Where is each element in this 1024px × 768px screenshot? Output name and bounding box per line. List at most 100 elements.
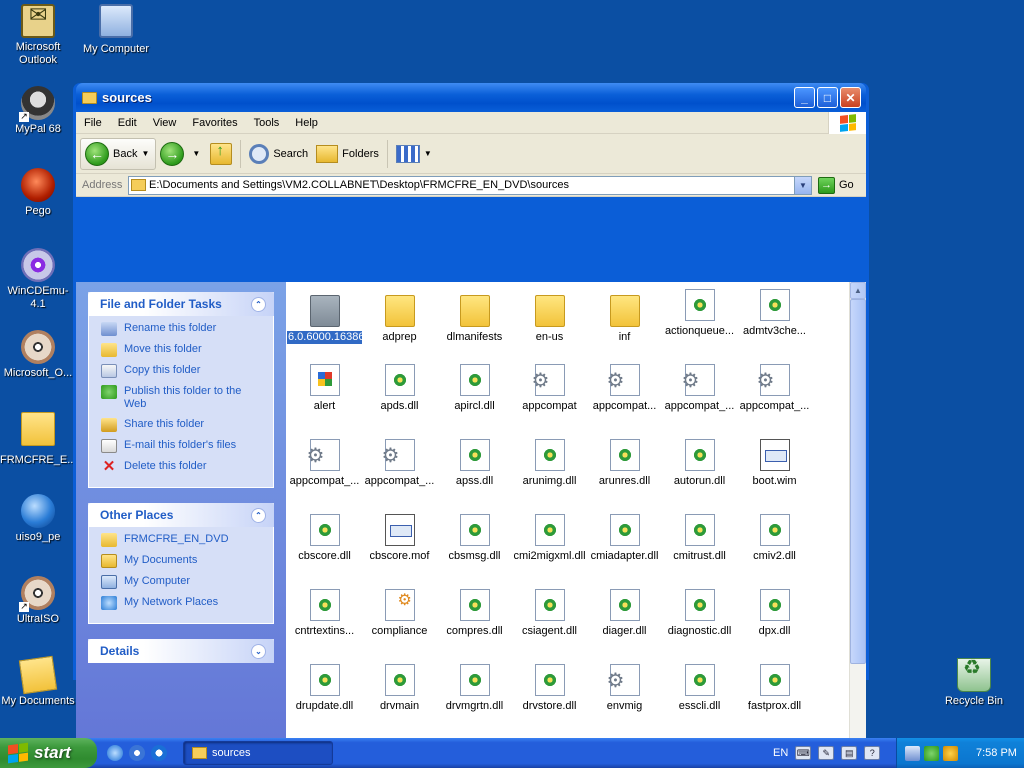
file-item[interactable]: cmiadapter.dll bbox=[587, 514, 662, 563]
file-item[interactable]: cmitrust.dll bbox=[662, 514, 737, 563]
file-item[interactable]: compres.dll bbox=[437, 589, 512, 638]
go-button[interactable]: → Go bbox=[818, 176, 862, 194]
file-item[interactable]: en-us bbox=[512, 289, 587, 344]
start-button[interactable]: start bbox=[0, 738, 97, 768]
file-item[interactable]: cbsmsg.dll bbox=[437, 514, 512, 563]
file-item[interactable]: admtv3che... bbox=[737, 289, 812, 338]
address-dropdown-icon[interactable]: ▼ bbox=[794, 176, 811, 194]
place-my-documents[interactable]: My Documents bbox=[101, 554, 265, 568]
search-button[interactable]: Search bbox=[245, 138, 312, 170]
file-item[interactable]: esscli.dll bbox=[662, 664, 737, 713]
show-desktop-icon[interactable] bbox=[151, 745, 167, 761]
place-frmcfre[interactable]: FRMCFRE_EN_DVD bbox=[101, 533, 265, 547]
speech-icon[interactable]: ▤ bbox=[841, 746, 858, 760]
file-item[interactable]: envmig bbox=[587, 664, 662, 713]
desktop-icon-pego[interactable]: Pego bbox=[0, 168, 76, 218]
file-item[interactable]: arunres.dll bbox=[587, 439, 662, 488]
desktop-icon-wincdemu[interactable]: WinCDEmu-4.1 bbox=[0, 248, 76, 311]
folders-button[interactable]: Folders bbox=[312, 138, 383, 170]
back-button[interactable]: ← Back ▼ bbox=[80, 137, 157, 170]
file-item[interactable]: cntrtextins... bbox=[287, 589, 362, 638]
file-item[interactable]: diager.dll bbox=[587, 589, 662, 638]
file-item[interactable]: cbscore.mof bbox=[362, 514, 437, 563]
task-copy-folder[interactable]: Copy this folder bbox=[101, 364, 265, 378]
network-icon[interactable] bbox=[905, 745, 920, 761]
file-item[interactable]: appcompat... bbox=[587, 364, 662, 413]
desktop-icon-microsoft-o[interactable]: Microsoft_O... bbox=[0, 330, 76, 380]
desktop-icon-ultraiso[interactable]: UltraISO bbox=[0, 576, 76, 626]
file-item[interactable]: cbscore.dll bbox=[287, 514, 362, 563]
help-icon[interactable]: ? bbox=[864, 746, 881, 760]
menu-view[interactable]: View bbox=[145, 117, 185, 129]
file-item[interactable]: actionqueue... bbox=[662, 289, 737, 338]
language-indicator[interactable]: EN bbox=[773, 747, 788, 759]
task-share-folder[interactable]: Share this folder bbox=[101, 418, 265, 432]
file-item[interactable]: fastprox.dll bbox=[737, 664, 812, 713]
place-my-computer[interactable]: My Computer bbox=[101, 575, 265, 589]
views-button[interactable]: ▼ bbox=[392, 138, 438, 170]
file-item[interactable]: appcompat_... bbox=[287, 439, 362, 488]
panel-header[interactable]: File and Folder Tasks ⌃ bbox=[88, 292, 274, 316]
file-item[interactable]: apss.dll bbox=[437, 439, 512, 488]
title-bar[interactable]: sources _ □ ✕ bbox=[76, 83, 866, 112]
file-item[interactable]: cmi2migxml.dll bbox=[512, 514, 587, 563]
file-item[interactable]: appcompat bbox=[512, 364, 587, 413]
chevron-up-icon[interactable]: ⌃ bbox=[251, 296, 266, 312]
file-item[interactable]: appcompat_... bbox=[362, 439, 437, 488]
file-item[interactable]: appcompat_... bbox=[737, 364, 812, 413]
desktop-icon-recycle-bin[interactable]: Recycle Bin bbox=[936, 658, 1012, 708]
media-player-icon[interactable] bbox=[129, 745, 145, 761]
address-input[interactable]: E:\Documents and Settings\VM2.COLLABNET\… bbox=[128, 175, 812, 195]
clock[interactable]: 7:58 PM bbox=[976, 747, 1017, 759]
file-item[interactable]: adprep bbox=[362, 289, 437, 344]
task-rename-folder[interactable]: Rename this folder bbox=[101, 322, 265, 336]
panel-header[interactable]: Details ⌄ bbox=[88, 639, 274, 663]
vertical-scrollbar[interactable]: ▲ ▼ bbox=[849, 282, 866, 758]
task-email-files[interactable]: E-mail this folder's files bbox=[101, 439, 265, 453]
file-item[interactable]: boot.wim bbox=[737, 439, 812, 488]
minimize-button[interactable]: _ bbox=[794, 87, 815, 108]
chevron-down-icon[interactable]: ⌄ bbox=[251, 643, 266, 659]
scroll-up-icon[interactable]: ▲ bbox=[850, 282, 866, 299]
panel-header[interactable]: Other Places ⌃ bbox=[88, 503, 274, 527]
menu-help[interactable]: Help bbox=[287, 117, 326, 129]
menu-favorites[interactable]: Favorites bbox=[184, 117, 245, 129]
file-item[interactable]: dlmanifests bbox=[437, 289, 512, 344]
back-dropdown-icon[interactable]: ▼ bbox=[141, 149, 149, 158]
menu-tools[interactable]: Tools bbox=[246, 117, 288, 129]
desktop-icon-my-documents[interactable]: My Documents bbox=[0, 655, 76, 708]
up-button[interactable] bbox=[206, 138, 236, 170]
file-item[interactable]: diagnostic.dll bbox=[662, 589, 737, 638]
file-item[interactable]: cmiv2.dll bbox=[737, 514, 812, 563]
pen-icon[interactable]: ✎ bbox=[818, 746, 835, 760]
file-item[interactable]: 6.0.6000.16386_x86 bbox=[287, 289, 362, 344]
file-item[interactable]: alert bbox=[287, 364, 362, 413]
menu-file[interactable]: File bbox=[76, 117, 110, 129]
forward-dropdown-icon[interactable]: ▼ bbox=[192, 149, 200, 158]
scroll-thumb[interactable] bbox=[850, 299, 866, 664]
desktop-icon-uiso9[interactable]: uiso9_pe bbox=[0, 494, 76, 544]
file-item[interactable]: appcompat_... bbox=[662, 364, 737, 413]
file-item[interactable]: drvmain bbox=[362, 664, 437, 713]
desktop-icon-mypal[interactable]: MyPal 68 bbox=[0, 86, 76, 136]
file-item[interactable]: drvstore.dll bbox=[512, 664, 587, 713]
file-item[interactable]: autorun.dll bbox=[662, 439, 737, 488]
file-item[interactable]: apds.dll bbox=[362, 364, 437, 413]
file-item[interactable]: compliance bbox=[362, 589, 437, 638]
close-button[interactable]: ✕ bbox=[840, 87, 861, 108]
file-item[interactable]: inf bbox=[587, 289, 662, 344]
keyboard-icon[interactable]: ⌨ bbox=[795, 746, 812, 760]
chevron-up-icon[interactable]: ⌃ bbox=[251, 507, 266, 523]
desktop-icon-outlook[interactable]: Microsoft Outlook bbox=[0, 4, 76, 67]
security-icon[interactable] bbox=[924, 745, 939, 761]
menu-edit[interactable]: Edit bbox=[110, 117, 145, 129]
task-delete-folder[interactable]: ✕ Delete this folder bbox=[101, 459, 265, 474]
task-publish-web[interactable]: Publish this folder to the Web bbox=[101, 385, 265, 411]
internet-explorer-icon[interactable] bbox=[107, 745, 123, 761]
file-item[interactable]: apircl.dll bbox=[437, 364, 512, 413]
file-item[interactable]: csiagent.dll bbox=[512, 589, 587, 638]
search-tray-icon[interactable] bbox=[943, 745, 958, 761]
file-item[interactable]: arunimg.dll bbox=[512, 439, 587, 488]
place-network-places[interactable]: My Network Places bbox=[101, 596, 265, 610]
forward-button[interactable]: → ▼ bbox=[156, 138, 206, 170]
